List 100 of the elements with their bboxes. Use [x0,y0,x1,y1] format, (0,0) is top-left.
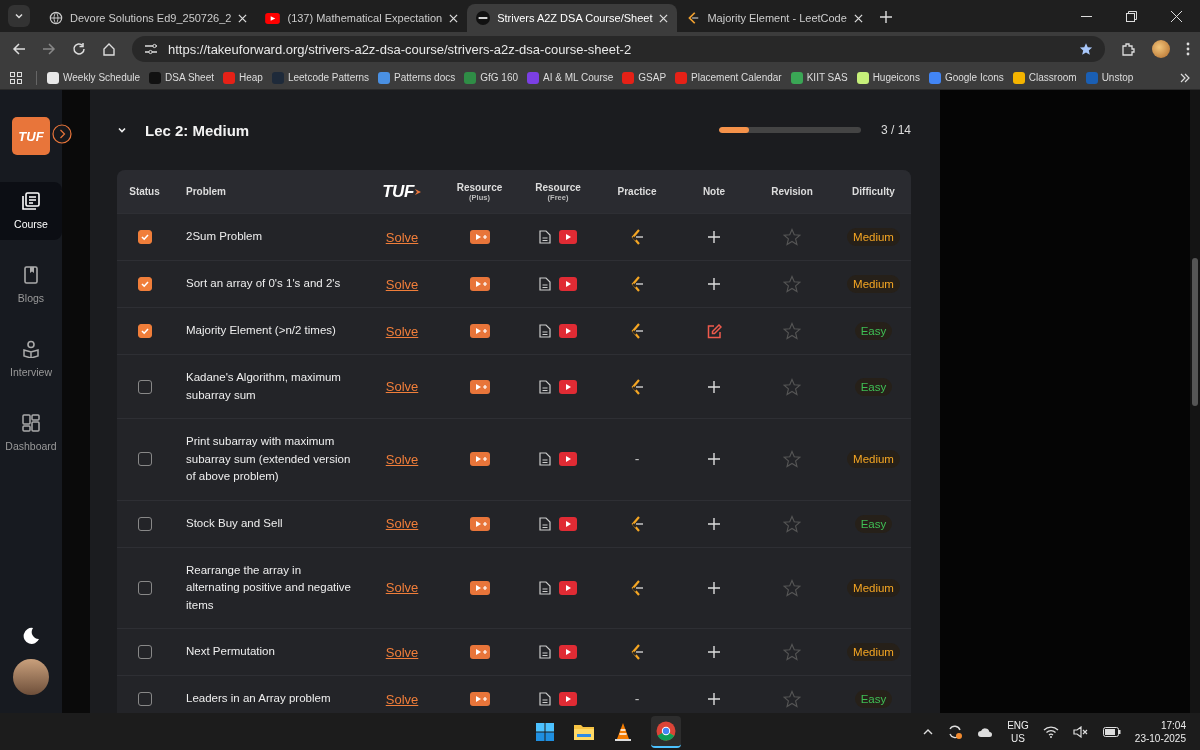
moon-icon[interactable] [22,627,40,645]
tab-search-button[interactable] [8,5,30,27]
chevron-icon[interactable] [117,125,127,135]
section-title[interactable]: Lec 2: Medium [145,121,250,139]
close-icon[interactable] [449,13,459,23]
status-checkbox[interactable] [137,452,152,467]
close-icon[interactable] [853,13,863,23]
solve-link[interactable]: Solve [385,644,419,660]
edit-note-icon[interactable] [706,323,722,339]
menu-icon[interactable] [1186,42,1190,56]
wifi-icon[interactable] [1042,725,1059,738]
star-icon[interactable] [783,275,801,293]
solve-link[interactable]: Solve [385,691,419,707]
address-field[interactable]: https://takeuforward.org/strivers-a2z-dsa-course/strivers-a2z-dsa-course-sheet-2 [132,36,1105,62]
status-checkbox[interactable] [137,580,152,595]
star-icon[interactable] [783,322,801,340]
nav-item[interactable]: Course [0,182,62,240]
traffic-cone-icon[interactable] [613,721,633,742]
youtube-icon[interactable] [559,516,577,531]
solve-link[interactable]: Solve [385,276,419,292]
star-icon[interactable] [783,690,801,708]
status-checkbox[interactable] [137,324,152,338]
solve-link[interactable]: Solve [385,229,419,245]
add-note-icon[interactable] [708,646,720,658]
bookmark[interactable]: Leetcode Patterns [271,71,370,84]
bookmark[interactable]: AI & ML Course [527,71,614,84]
bookmark[interactable]: Patterns docs [378,71,456,84]
youtube-icon[interactable] [559,379,577,394]
star-icon[interactable] [783,514,801,533]
browser-tab[interactable]: (137) Mathematical Expectation [256,4,468,32]
forward-icon[interactable] [42,42,56,56]
video-icon[interactable] [469,324,490,338]
add-note-icon[interactable] [708,581,720,594]
clock[interactable]: 17:04 23-10-2025 [1134,718,1186,745]
sync-icon[interactable] [947,723,964,740]
add-note-icon[interactable] [708,693,720,705]
site-settings-icon[interactable] [144,43,158,55]
scrollbar-thumb[interactable] [1192,258,1198,406]
video-icon[interactable] [469,692,490,706]
bookmark[interactable]: DSA Sheet [149,71,214,84]
solve-link[interactable]: Solve [385,379,419,394]
star-icon[interactable] [783,643,801,661]
browser-tab[interactable]: Majority Element - LeetCode [677,4,872,32]
document-icon[interactable] [539,324,551,338]
nav-item[interactable]: Dashboard [0,404,62,462]
bookmark[interactable]: GSAP [622,71,667,84]
browser-tab[interactable]: Strivers A2Z DSA Course/Sheet [467,4,678,32]
solve-link[interactable]: Solve [385,323,419,339]
bookmark[interactable]: GfG 160 [464,71,519,84]
bookmark[interactable]: Heap [223,71,263,84]
bookmark[interactable]: Unstop [1085,71,1134,84]
home-icon[interactable] [102,42,116,56]
youtube-icon[interactable] [559,645,577,659]
youtube-icon[interactable] [559,692,577,706]
expand-icon[interactable] [52,124,72,144]
extensions-icon[interactable] [1121,41,1136,57]
youtube-icon[interactable] [559,452,577,467]
reload-icon[interactable] [72,42,86,56]
document-icon[interactable] [539,580,551,595]
practice-icon[interactable] [630,276,644,292]
close-icon[interactable] [659,13,669,23]
profile-avatar[interactable] [1152,40,1170,58]
apps-icon[interactable] [10,71,22,84]
star-icon[interactable] [1079,42,1093,56]
video-icon[interactable] [469,277,490,291]
document-icon[interactable] [539,452,551,467]
youtube-icon[interactable] [559,230,577,244]
status-checkbox[interactable] [137,516,152,531]
more-icon[interactable] [1180,72,1190,83]
video-icon[interactable] [469,379,490,394]
video-icon[interactable] [469,452,490,467]
language-indicator[interactable]: ENG US [1007,718,1029,745]
restore-icon[interactable] [1126,11,1137,22]
document-icon[interactable] [539,230,551,244]
solve-link[interactable]: Solve [385,580,419,596]
star-icon[interactable] [783,377,801,396]
practice-icon[interactable] [630,229,644,245]
bookmark[interactable]: Hugeicons [856,71,920,84]
video-icon[interactable] [469,580,490,595]
youtube-icon[interactable] [559,277,577,291]
practice-icon[interactable] [630,323,644,339]
video-icon[interactable] [469,230,490,244]
battery-icon[interactable] [1102,726,1121,737]
bookmark[interactable]: Classroom [1012,71,1077,84]
youtube-icon[interactable] [559,324,577,338]
add-note-icon[interactable] [708,278,720,290]
document-icon[interactable] [539,516,551,531]
solve-link[interactable]: Solve [385,451,419,467]
status-checkbox[interactable] [137,692,152,706]
nav-item[interactable]: Interview [0,330,62,388]
add-note-icon[interactable] [708,453,720,466]
document-icon[interactable] [539,692,551,706]
muted-speaker-icon[interactable] [1072,725,1089,738]
bookmark[interactable]: Weekly Schedule [47,71,141,84]
status-checkbox[interactable] [137,379,152,394]
new-tab-icon[interactable] [879,11,892,23]
add-note-icon[interactable] [708,231,720,243]
user-avatar[interactable] [13,659,49,695]
star-icon[interactable] [783,450,801,469]
youtube-icon[interactable] [559,580,577,595]
